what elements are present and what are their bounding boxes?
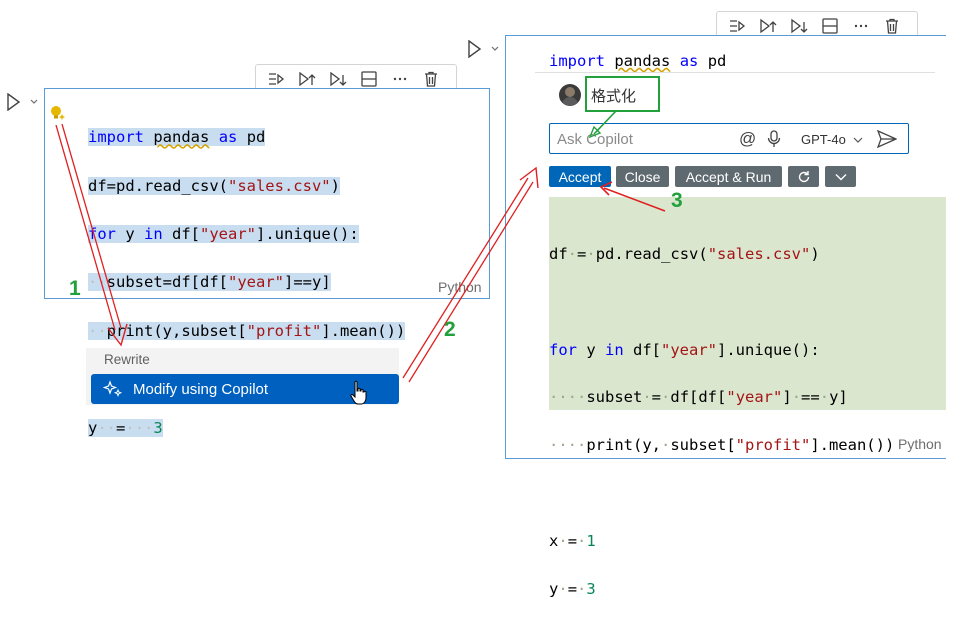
run-icon: [7, 92, 38, 112]
run-cell-right[interactable]: [467, 39, 503, 59]
code-line: ··print(y,subset["profit"].mean()): [88, 321, 406, 340]
code-line: df=pd.read_csv("sales.csv"): [88, 176, 340, 195]
model-name: GPT-4o: [801, 132, 846, 147]
sparkle-icon: [102, 380, 123, 398]
menu-item-label: Modify using Copilot: [133, 381, 269, 398]
model-selector[interactable]: GPT-4o: [801, 132, 863, 147]
accept-and-run-button[interactable]: Accept & Run: [675, 166, 782, 187]
cell-language-label[interactable]: Python: [438, 279, 482, 295]
code-editor-left[interactable]: import pandas as pd df=pd.read_csv("sale…: [88, 101, 406, 464]
user-prompt-text: 格式化: [591, 88, 637, 105]
code-line: ····print(y,·subset["profit"].mean()): [549, 436, 895, 455]
code-line: for y in df["year"].unique():: [88, 225, 359, 244]
annotation-step-1: 1: [69, 277, 81, 300]
run-cell-left[interactable]: [6, 92, 42, 112]
menu-section-label: Rewrite: [104, 352, 150, 367]
mention-icon[interactable]: @: [739, 129, 756, 149]
code-line: y·=·3: [549, 579, 596, 598]
annotation-step-3: 3: [671, 189, 683, 212]
send-icon[interactable]: [876, 129, 898, 149]
cell-language-label[interactable]: Python: [898, 436, 942, 452]
code-line: df·=·pd.read_csv("sales.csv"): [549, 244, 820, 263]
ask-copilot-placeholder: Ask Copilot: [557, 131, 633, 148]
regenerate-button[interactable]: [788, 166, 819, 187]
run-icon: [468, 39, 499, 59]
code-line: ··subset=df[df["year"]==y]: [88, 273, 331, 292]
chevron-down-icon: [853, 137, 863, 143]
code-line-import: import pandas as pd: [549, 52, 727, 70]
code-line: for y in df["year"].unique():: [549, 340, 820, 359]
refresh-icon: [798, 170, 809, 182]
more-options-button[interactable]: [825, 166, 856, 187]
chevron-down-icon: [835, 173, 846, 180]
close-button[interactable]: Close: [616, 166, 669, 187]
mouse-cursor-hand-icon: [350, 380, 368, 406]
code-line: y··=···3: [88, 418, 163, 437]
code-line: import pandas as pd: [88, 128, 266, 147]
code-line: x·=·1: [549, 531, 596, 550]
code-editor-right[interactable]: df·=·pd.read_csv("sales.csv") for y in d…: [549, 219, 894, 625]
avatar: [559, 84, 581, 106]
code-line: ····subset·=·df[df["year"]·==·y]: [549, 388, 848, 407]
lightbulb-sparkle-icon[interactable]: [48, 103, 68, 123]
microphone-icon[interactable]: [766, 130, 782, 148]
annotation-step-2: 2: [444, 318, 456, 341]
accept-button[interactable]: Accept: [549, 166, 611, 187]
